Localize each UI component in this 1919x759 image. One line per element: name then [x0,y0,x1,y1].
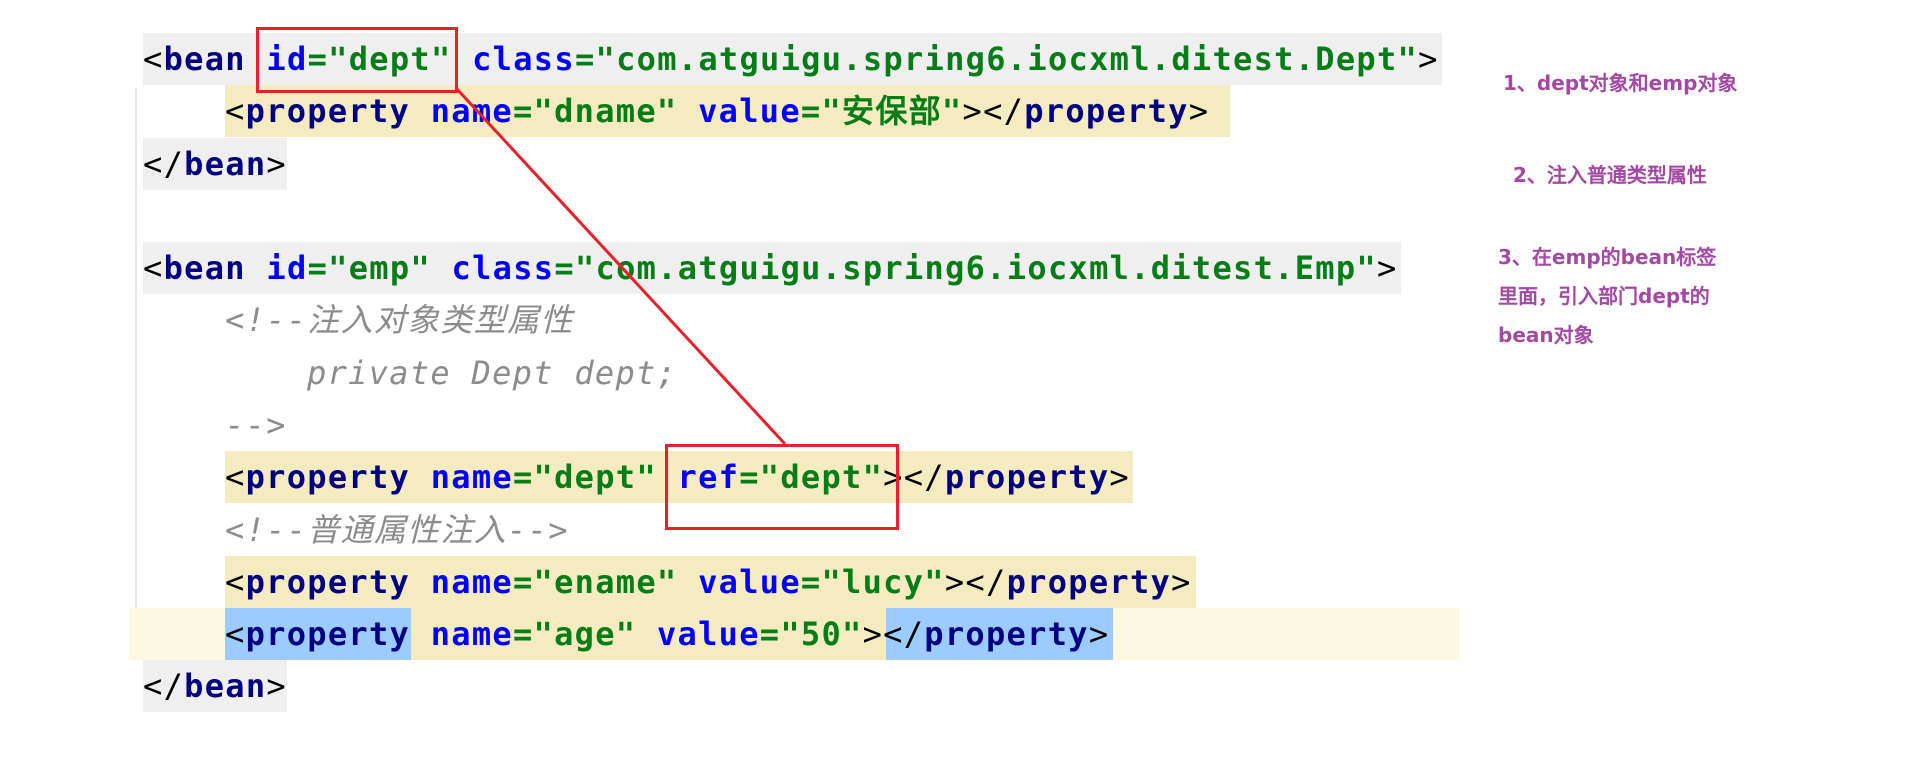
annotation-3-line-2: 里面，引入部门dept的 [1498,284,1710,308]
connector-arrow-line [454,86,787,446]
annotation-3-line-3: bean对象 [1498,323,1594,347]
annotation-2: 2、注入普通类型属性 [1513,163,1707,187]
annotation-1: 1、dept对象和emp对象 [1503,71,1738,95]
annotation-3-line-1: 3、在emp的bean标签 [1498,245,1717,269]
